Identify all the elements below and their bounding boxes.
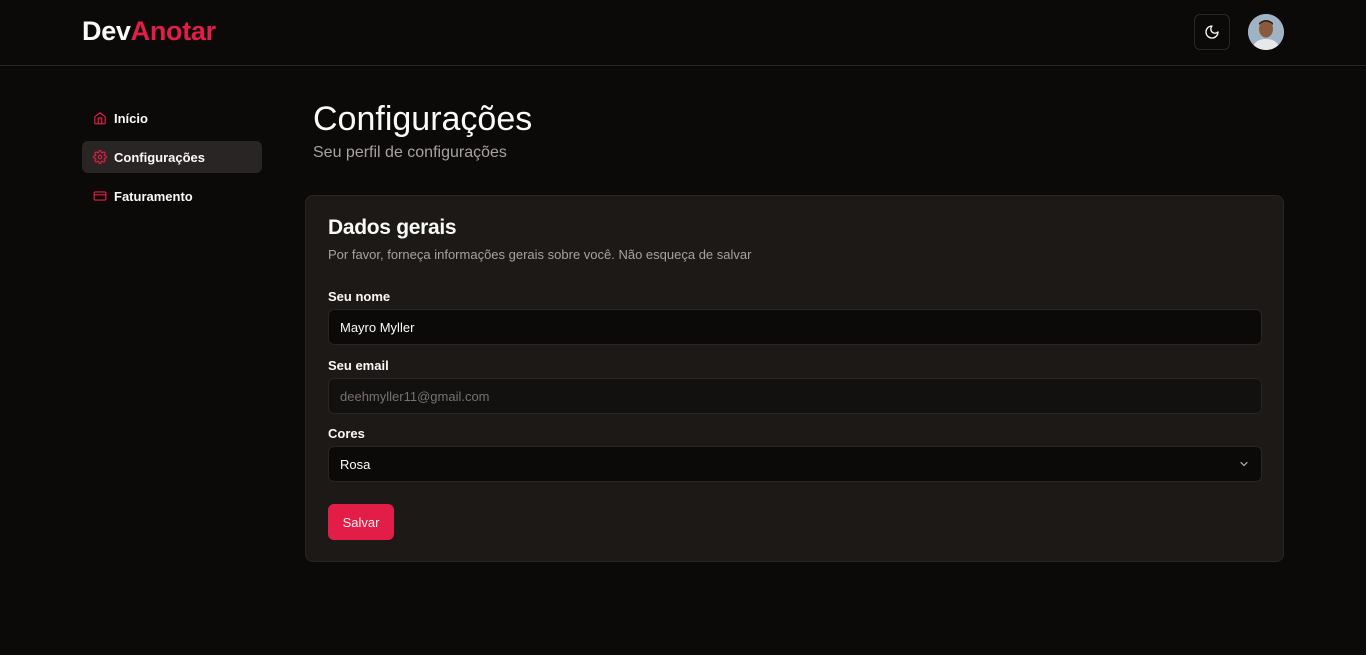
- color-label: Cores: [328, 426, 365, 441]
- sidebar-item-faturamento[interactable]: Faturamento: [82, 180, 262, 212]
- email-input: [328, 378, 1262, 414]
- save-button[interactable]: Salvar: [328, 504, 394, 540]
- chevron-down-icon: [1240, 461, 1248, 467]
- user-avatar[interactable]: [1248, 14, 1284, 50]
- home-icon: [93, 111, 107, 125]
- sidebar-item-label: Configurações: [114, 149, 206, 165]
- card-title: Dados gerais: [328, 216, 457, 239]
- credit-card-icon: [93, 189, 107, 203]
- email-label: Seu email: [328, 358, 389, 373]
- moon-icon: [1205, 25, 1219, 39]
- logo-text-anotar: Anotar: [130, 16, 217, 46]
- sidebar-item-inicio[interactable]: Início: [82, 102, 262, 134]
- name-label: Seu nome: [328, 289, 391, 304]
- gear-icon: [93, 150, 107, 164]
- sidebar-item-label: Início: [114, 110, 148, 126]
- color-select[interactable]: Rosa: [328, 446, 1262, 482]
- app-logo[interactable]: DevAnotar: [82, 16, 216, 47]
- page-title: Configurações: [313, 100, 533, 138]
- theme-toggle-button[interactable]: [1194, 14, 1230, 50]
- card-description: Por favor, forneça informações gerais so…: [328, 247, 752, 262]
- top-header: DevAnotar: [0, 0, 1366, 66]
- general-data-card: Dados gerais Por favor, forneça informaç…: [305, 195, 1284, 562]
- page-subtitle: Seu perfil de configurações: [313, 144, 507, 161]
- logo-text-dev: Dev: [82, 16, 131, 46]
- sidebar-item-label: Faturamento: [114, 188, 193, 204]
- sidebar-item-configuracoes[interactable]: Configurações: [82, 141, 262, 173]
- name-input[interactable]: [328, 309, 1262, 345]
- color-select-value: Rosa: [340, 456, 371, 472]
- avatar-image: [1248, 14, 1284, 50]
- sidebar-nav: Início Configurações Faturamento: [82, 102, 262, 219]
